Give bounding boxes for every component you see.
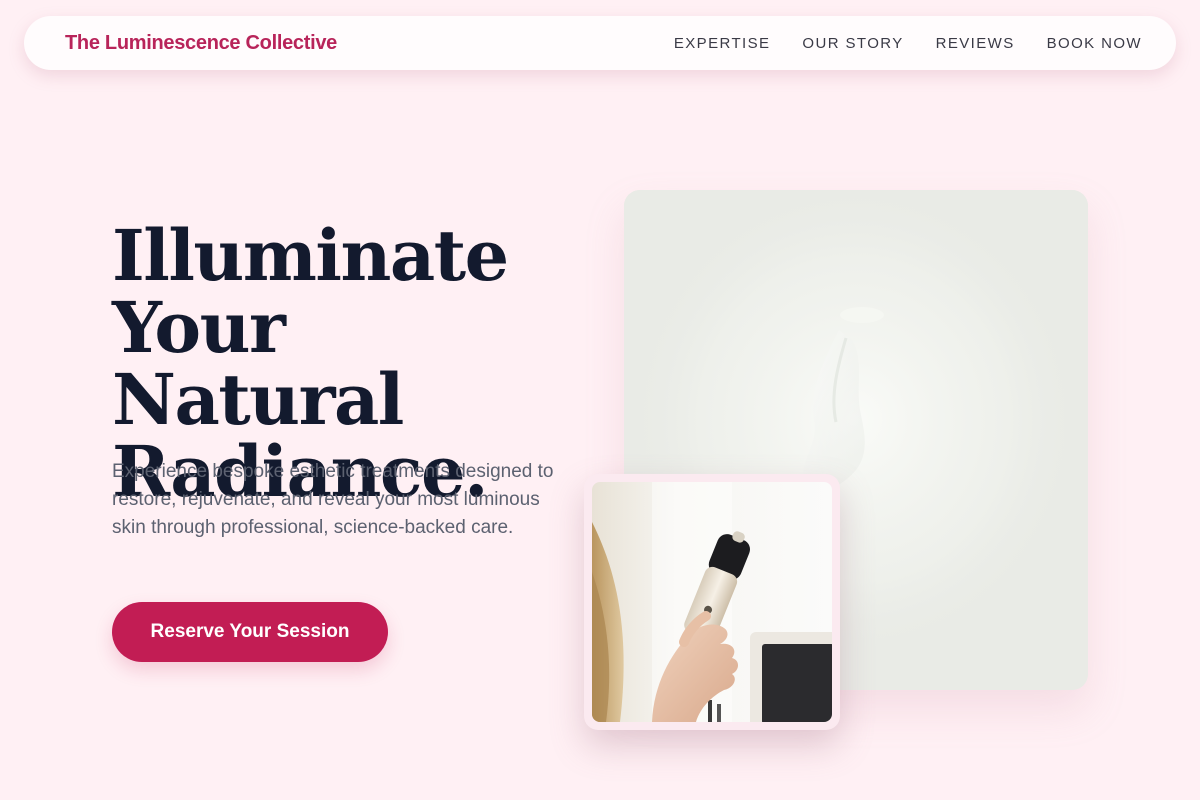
nav-links: EXPERTISE OUR STORY REVIEWS BOOK NOW	[642, 35, 1142, 52]
hero-title-line-1: Illuminate	[112, 214, 509, 297]
nav-link-expertise[interactable]: EXPERTISE	[674, 35, 771, 52]
brand-logo-text[interactable]: The Luminescence Collective	[65, 32, 337, 55]
reserve-session-button[interactable]: Reserve Your Session	[112, 602, 388, 662]
nav-link-our-story[interactable]: OUR STORY	[802, 35, 903, 52]
nav-link-reviews[interactable]: REVIEWS	[936, 35, 1015, 52]
treatment-photo-frame	[584, 474, 840, 730]
hand-holding-device-photo	[592, 482, 832, 722]
nav-link-book-now[interactable]: BOOK NOW	[1047, 35, 1142, 52]
hero-description: Experience bespoke esthetic treatments d…	[112, 461, 554, 538]
hero-title-line-2: Your Natural	[112, 286, 404, 441]
top-navigation-bar: The Luminescence Collective EXPERTISE OU…	[24, 16, 1176, 70]
